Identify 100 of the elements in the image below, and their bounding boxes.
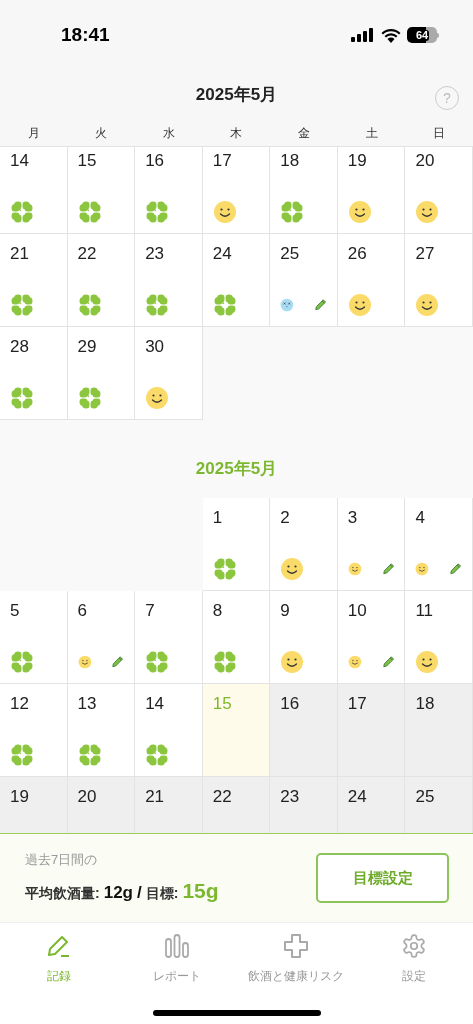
day-cell[interactable]: 2	[270, 498, 338, 591]
weekday-label: 月	[27, 125, 40, 142]
day-number: 27	[415, 244, 436, 264]
day-number: 29	[77, 337, 98, 357]
clover-icon	[77, 200, 102, 224]
smiley-icon	[212, 200, 237, 224]
average-value: 12g	[103, 882, 133, 904]
day-cell[interactable]: 25	[270, 234, 338, 327]
separator: /	[136, 882, 142, 904]
day-cell[interactable]: 7	[135, 591, 203, 684]
day-cell[interactable]: 6	[67, 591, 136, 684]
clover-icon	[212, 650, 237, 674]
clover-icon	[77, 386, 102, 410]
day-cell[interactable]: 4	[405, 498, 473, 591]
weekday-label: 火	[95, 125, 108, 142]
day-cell[interactable]: 20	[67, 777, 136, 833]
day-cell[interactable]: 3	[337, 498, 406, 591]
day-cell[interactable]: 22	[202, 777, 271, 833]
day-number: 25	[415, 787, 436, 807]
day-number: 23	[145, 244, 166, 264]
day-number: 16	[145, 151, 166, 171]
day-cell[interactable]: 18	[405, 684, 473, 777]
smiley-icon	[347, 293, 372, 317]
weekday-label: 木	[230, 125, 243, 142]
day-number: 26	[347, 244, 368, 264]
day-cell[interactable]: 23	[135, 234, 203, 327]
day-cell[interactable]: 22	[67, 234, 136, 327]
clover-icon	[77, 293, 102, 317]
smiley-icon	[415, 200, 440, 224]
day-number: 9	[280, 601, 291, 621]
day-cell[interactable]: 13	[67, 684, 136, 777]
day-cell[interactable]: 17	[337, 684, 406, 777]
day-number: 10	[347, 601, 368, 621]
day-number: 8	[212, 601, 224, 621]
day-cell[interactable]: 19	[0, 777, 68, 833]
clover-icon	[145, 650, 170, 674]
day-cell[interactable]: 15	[67, 147, 136, 234]
day-cell[interactable]: 30	[135, 327, 203, 420]
cross-icon	[282, 933, 309, 959]
day-cell[interactable]: 26	[337, 234, 406, 327]
bar-chart-icon	[164, 933, 191, 959]
day-number: 14	[10, 151, 30, 171]
day-cell[interactable]: 14	[135, 684, 203, 777]
day-number: 21	[145, 787, 166, 807]
day-cell[interactable]: 19	[337, 147, 406, 234]
day-cell[interactable]: 5	[0, 591, 68, 684]
clover-icon	[145, 743, 170, 767]
smiley-icon	[347, 200, 372, 224]
smiley-icon	[415, 650, 440, 674]
day-number: 5	[10, 601, 21, 621]
day-cell[interactable]: 9	[270, 591, 338, 684]
smiley-icon	[145, 386, 170, 410]
clover-icon	[10, 200, 34, 224]
day-cell[interactable]: 17	[202, 147, 271, 234]
day-number: 1	[212, 508, 224, 528]
day-number: 6	[77, 601, 89, 621]
day-cell[interactable]: 24	[202, 234, 271, 327]
day-number: 22	[212, 787, 233, 807]
weekday-label: 土	[365, 125, 378, 142]
day-cell[interactable]: 14	[0, 147, 68, 234]
day-number: 12	[10, 694, 30, 714]
day-cell[interactable]: 18	[270, 147, 338, 234]
clover-icon	[212, 557, 237, 581]
day-number: 18	[280, 151, 301, 171]
day-cell[interactable]: 21	[135, 777, 203, 833]
day-cell[interactable]: 29	[67, 327, 136, 420]
day-cell[interactable]: 8	[202, 591, 271, 684]
day-cell[interactable]: 1	[202, 498, 271, 591]
day-number: 11	[415, 601, 435, 621]
day-number: 14	[145, 694, 166, 714]
day-cell[interactable]: 11	[405, 591, 473, 684]
day-cell[interactable]: 16	[270, 684, 338, 777]
day-cell[interactable]: 23	[270, 777, 338, 833]
day-cell[interactable]: 16	[135, 147, 203, 234]
weekday-label: 日	[433, 125, 446, 142]
day-number: 20	[77, 787, 98, 807]
day-number: 2	[280, 508, 291, 528]
day-cell[interactable]: 24	[337, 777, 406, 833]
day-cell[interactable]: 28	[0, 327, 68, 420]
day-number: 28	[10, 337, 30, 357]
day-cell[interactable]: 27	[405, 234, 473, 327]
settings-icon	[400, 933, 427, 959]
day-cell[interactable]: 21	[0, 234, 68, 327]
weekday-label: 水	[162, 125, 175, 142]
day-number: 3	[347, 508, 359, 528]
clover-icon	[280, 200, 305, 224]
smiley-icon	[280, 557, 305, 581]
clover-icon	[212, 293, 237, 317]
goal-label: 目標:	[145, 884, 179, 903]
day-cell[interactable]: 12	[0, 684, 68, 777]
day-cell[interactable]: 20	[405, 147, 473, 234]
day-cell[interactable]: 25	[405, 777, 473, 833]
day-number: 15	[212, 694, 233, 714]
day-number: 24	[212, 244, 233, 264]
day-number: 19	[347, 151, 368, 171]
day-number: 13	[77, 694, 98, 714]
day-cell[interactable]: 10	[337, 591, 406, 684]
day-number: 15	[77, 151, 98, 171]
smiley-icon	[415, 293, 440, 317]
clover-icon	[10, 743, 34, 767]
